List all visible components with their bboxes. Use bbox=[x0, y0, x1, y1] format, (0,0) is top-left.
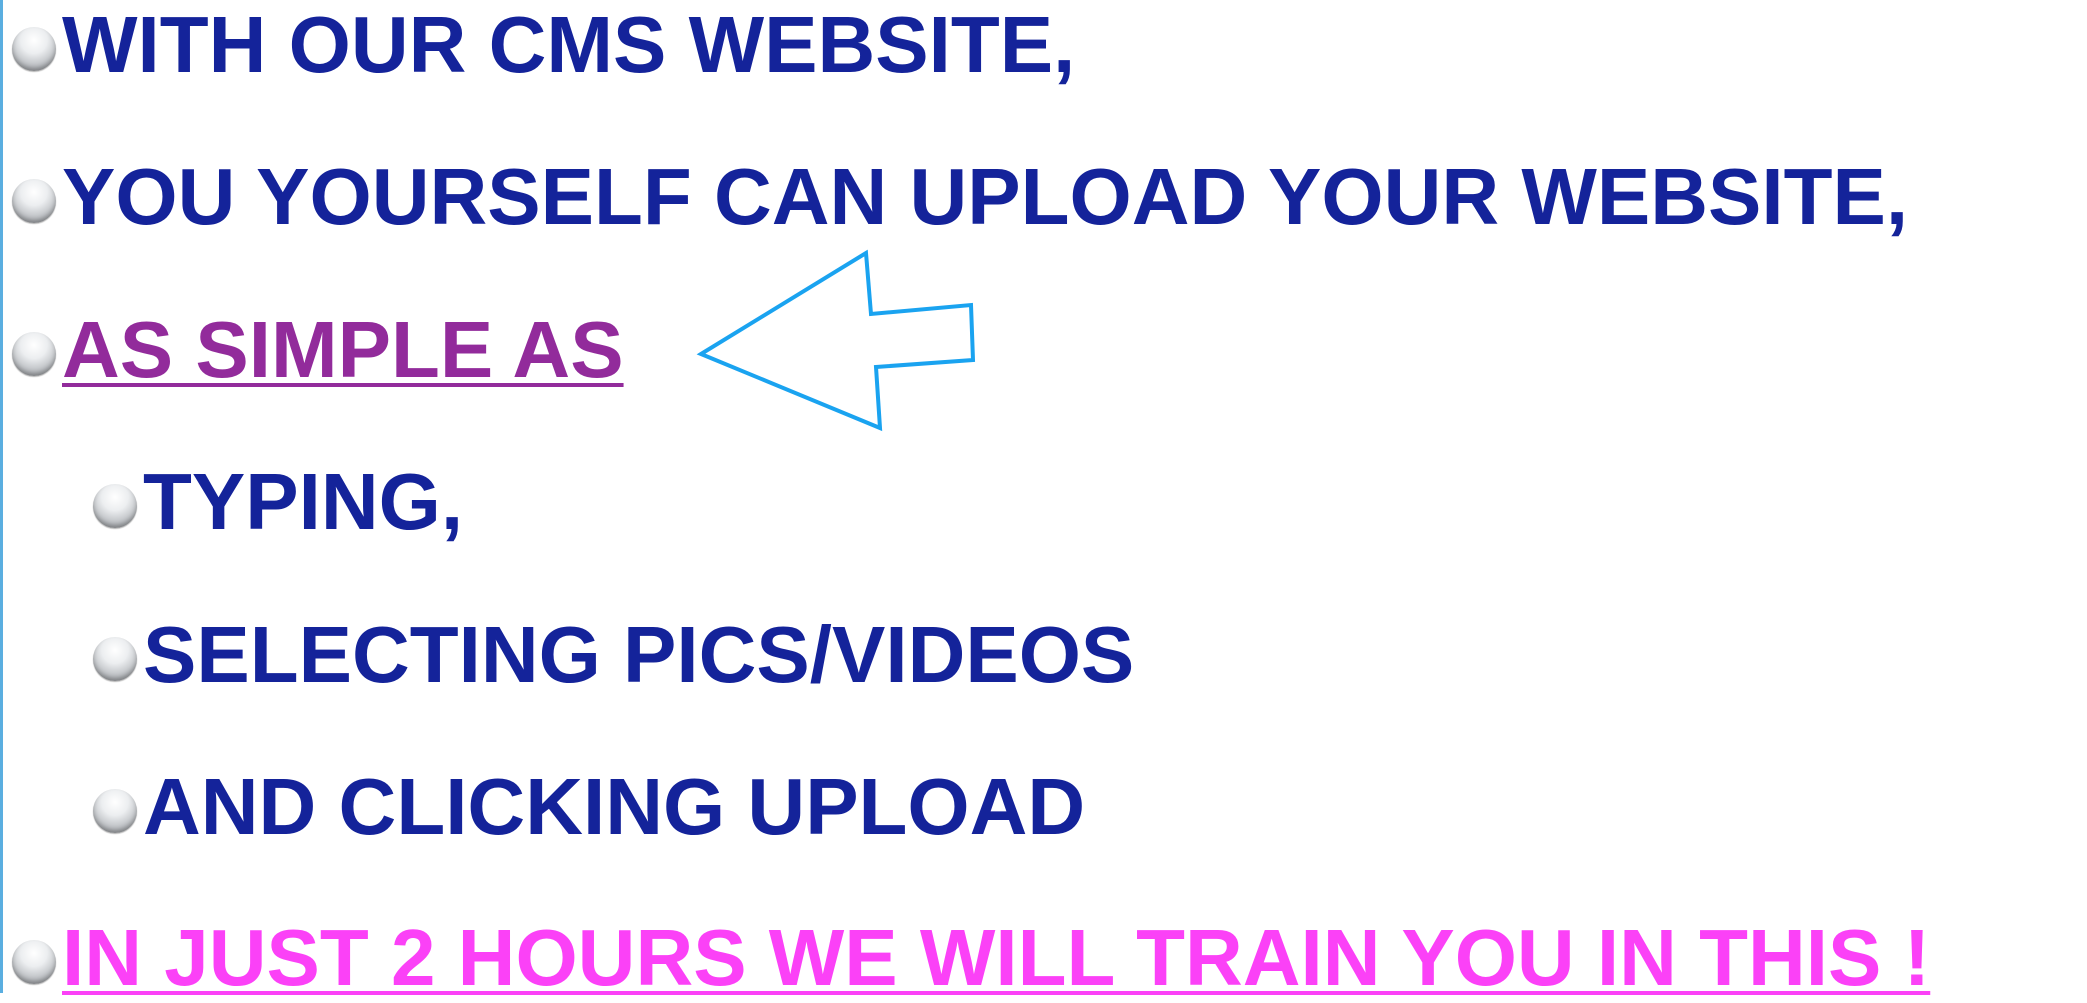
left-arrow-outline-icon bbox=[696, 249, 976, 432]
